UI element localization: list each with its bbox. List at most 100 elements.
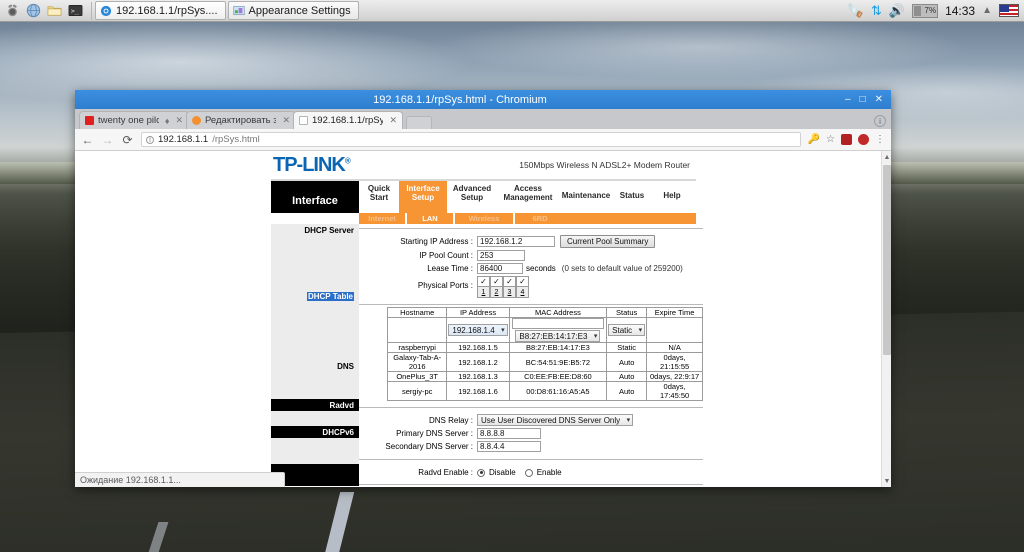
system-tray: 🪚 ⇅ 🔊 7% 14:33 ▲ — [848, 3, 1024, 18]
row-status: Auto — [606, 371, 648, 382]
dhcp-editor-status-select[interactable]: Static — [608, 324, 646, 336]
row-status: Auto — [606, 352, 648, 372]
forward-button[interactable]: → — [101, 133, 114, 147]
dhcp-editor-expire — [646, 317, 703, 343]
minimize-button[interactable]: – — [845, 94, 851, 105]
field-radvd-enable: Radvd Enable : Disable Enable — [359, 468, 703, 477]
key-icon[interactable]: 🔑 — [808, 134, 820, 145]
primary-dns-input[interactable] — [477, 428, 541, 439]
bookmark-star-icon[interactable]: ☆ — [826, 134, 835, 145]
extension-icon-red[interactable] — [841, 134, 852, 145]
physical-port-2[interactable]: ✓ 2 — [490, 276, 503, 298]
radvd-enable-radio[interactable] — [524, 468, 533, 477]
taskbar: >_ 192.168.1.1/rpSys.... Appearance Sett… — [0, 0, 1024, 22]
tab-close-icon[interactable]: ✕ — [389, 115, 397, 126]
new-tab-button[interactable] — [406, 116, 432, 129]
physical-port-3[interactable]: ✓ 3 — [503, 276, 516, 298]
radvd-enable-option-label: Enable — [536, 468, 562, 477]
row-ip: 192.168.1.6 — [446, 381, 510, 401]
router-sub-nav: Internet LAN Wireless 6RD — [359, 213, 696, 224]
dhcp-editor-mac-cell: B8:27:EB:14:17:E3 — [508, 317, 608, 343]
physical-port-4[interactable]: ✓ 4 — [516, 276, 529, 298]
current-pool-summary-button[interactable]: Current Pool Summary — [560, 235, 656, 248]
radvd-disable-radio[interactable] — [477, 468, 485, 477]
subnav-item-lan[interactable]: LAN — [407, 213, 455, 224]
table-row: OnePlus_3T 192.168.1.3 C0:EE:FB:EE:D8:60… — [386, 371, 703, 382]
port-number-3: 3 — [503, 287, 516, 298]
scrollbar-thumb[interactable] — [883, 165, 891, 355]
subnav-item-wireless[interactable]: Wireless — [455, 213, 515, 224]
reload-button[interactable]: ⟳ — [121, 133, 134, 147]
section-label-dhcp-table[interactable]: DHCP Table — [306, 291, 354, 301]
address-bar[interactable]: i 192.168.1.1/rpSys.html — [141, 132, 801, 147]
taskbar-task-appearance[interactable]: Appearance Settings — [227, 1, 359, 20]
dhcp-editor-mac-select[interactable]: B8:27:EB:14:17:E3 — [515, 330, 601, 342]
scroll-up-arrow[interactable]: ▲ — [882, 151, 891, 163]
dhcp-col-hostname: Hostname — [386, 307, 448, 318]
close-button[interactable]: ✕ — [875, 94, 883, 105]
nav-item-maintenance[interactable]: Maintenance — [559, 181, 613, 213]
browser-tab-label: Редактировать за — [205, 115, 277, 126]
port-number-2: 2 — [490, 287, 503, 298]
taskbar-task-chromium[interactable]: 192.168.1.1/rpSys.... — [95, 1, 226, 20]
dns-relay-select[interactable]: Use User Discovered DNS Server Only — [477, 414, 634, 426]
subnav-item-internet[interactable]: Internet — [359, 213, 407, 224]
starting-ip-input[interactable] — [477, 236, 555, 247]
port-checkbox-3[interactable]: ✓ — [503, 276, 516, 287]
dhcp-editor-ip-select[interactable]: 192.168.1.4 — [448, 324, 508, 336]
tab-close-icon[interactable]: ✕ — [175, 115, 183, 126]
tabstrip-info-icon[interactable]: i — [874, 115, 886, 127]
nav-item-access-management[interactable]: Access Management — [497, 181, 559, 213]
browser-tab-3[interactable]: 192.168.1.1/rpSys ✕ — [293, 111, 403, 129]
dhcp-editor-ip-cell: 192.168.1.4 — [446, 317, 510, 343]
screen: >_ 192.168.1.1/rpSys.... Appearance Sett… — [0, 0, 1024, 552]
network-updown-icon[interactable]: ⇅ — [871, 4, 882, 17]
nav-item-label2: Setup — [411, 193, 435, 202]
terminal-icon[interactable]: >_ — [66, 2, 84, 20]
subnav-item-6rd[interactable]: 6RD — [515, 213, 565, 224]
nav-item-status[interactable]: Status — [613, 181, 651, 213]
volume-icon[interactable]: 🔊 — [889, 4, 905, 17]
adblock-icon[interactable] — [858, 134, 869, 145]
appearance-icon — [232, 5, 245, 15]
nav-item-label2: Management — [503, 193, 553, 202]
scroll-down-arrow[interactable]: ▼ — [882, 475, 891, 487]
browser-toolbar: ← → ⟳ i 192.168.1.1/rpSys.html 🔑 ☆ ⋮ — [75, 129, 891, 151]
browser-tab-label: twenty one pilots — [98, 115, 159, 126]
port-checkbox-1[interactable]: ✓ — [477, 276, 490, 287]
window-titlebar[interactable]: 192.168.1.1/rpSys.html - Chromium – □ ✕ — [75, 90, 891, 109]
back-button[interactable]: ← — [81, 133, 94, 147]
port-checkbox-4[interactable]: ✓ — [516, 276, 529, 287]
browser-tab-2[interactable]: Редактировать за ✕ — [186, 111, 296, 129]
web-browser-icon[interactable] — [24, 2, 42, 20]
browser-tab-1[interactable]: twenty one pilots ♦ ✕ — [79, 111, 189, 129]
bluetooth-icon[interactable]: 🪚 — [848, 4, 864, 17]
nav-item-label: Status — [619, 190, 645, 200]
radvd-enable-label: Radvd Enable : — [418, 468, 473, 477]
keyboard-layout-flag[interactable] — [999, 4, 1019, 17]
lease-time-input[interactable] — [477, 263, 523, 274]
tab-audio-icon[interactable]: ♦ — [165, 116, 170, 126]
clock[interactable]: 14:33 — [945, 4, 975, 18]
three-dot-menu-icon[interactable]: ⋮ — [875, 134, 885, 145]
nav-item-interface-setup[interactable]: Interface Setup — [399, 181, 447, 213]
cpu-monitor[interactable]: 7% — [912, 3, 939, 18]
site-info-icon[interactable]: i — [146, 135, 154, 144]
dhcp-editor-row: 192.168.1.4 B8:27:EB:14:17:E3 Stati — [386, 317, 703, 343]
maximize-button[interactable]: □ — [860, 94, 866, 105]
eject-icon[interactable]: ▲ — [982, 5, 992, 16]
tplink-ui: TP-LINK® 150Mbps Wireless N ADSL2+ Modem… — [271, 151, 703, 487]
dhcp-editor-mac-input[interactable] — [511, 318, 604, 329]
secondary-dns-input[interactable] — [477, 441, 541, 452]
nav-item-quick-start[interactable]: Quick Start — [359, 181, 399, 213]
raspberry-menu-icon[interactable] — [3, 2, 21, 20]
file-manager-icon[interactable] — [45, 2, 63, 20]
ip-pool-count-input[interactable] — [477, 250, 525, 261]
nav-item-advanced-setup[interactable]: Advanced Setup — [447, 181, 497, 213]
page-scrollbar[interactable]: ▲ ▼ — [881, 151, 891, 487]
section-label-dns: DNS — [271, 360, 359, 372]
port-checkbox-2[interactable]: ✓ — [490, 276, 503, 287]
physical-port-1[interactable]: ✓ 1 — [477, 276, 490, 298]
nav-item-help[interactable]: Help — [651, 181, 693, 213]
tab-close-icon[interactable]: ✕ — [282, 115, 290, 126]
